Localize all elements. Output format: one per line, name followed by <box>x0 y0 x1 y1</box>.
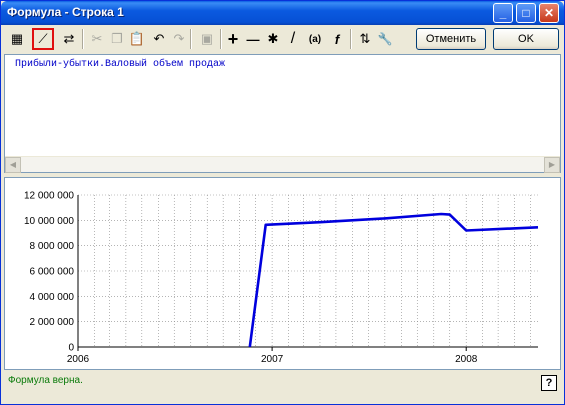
copy-icon[interactable]: ❐ <box>106 28 128 50</box>
status-message: Формула верна. <box>8 375 83 386</box>
scroll-right-icon[interactable]: ▶ <box>544 157 560 173</box>
y-tick-label: 8 000 000 <box>30 241 75 252</box>
toolbar: ▦ ⟋ ⇄ ✂ ❐ 📋 ↶ ↷ ▣ + — ✱ / (a) f ⇅ 🔧 Отме… <box>4 27 561 51</box>
toolbar-separator <box>350 29 352 49</box>
chart-icon[interactable]: ⟋ <box>32 28 54 50</box>
x-tick-label: 2006 <box>67 354 90 365</box>
y-tick-label: 6 000 000 <box>30 267 75 278</box>
y-tick-label: 10 000 000 <box>24 216 74 227</box>
line-chart: 0 2 000 000 4 000 000 6 000 000 8 000 000 10 … <box>24 191 539 365</box>
y-tick-label: 4 000 000 <box>30 292 75 303</box>
parentheses-icon[interactable]: (a) <box>304 28 326 50</box>
calculator-icon[interactable]: ▦ <box>6 28 28 50</box>
chart-panel: 0 2 000 000 4 000 000 6 000 000 8 000 000 10 … <box>4 177 561 370</box>
toolbar-separator <box>82 29 84 49</box>
x-tick-label: 2007 <box>261 354 284 365</box>
cancel-button[interactable]: Отменить <box>416 28 486 50</box>
y-tick-label: 12 000 000 <box>24 191 74 202</box>
formula-text[interactable]: Прибыли-убытки.Валовый объем продаж <box>15 59 225 70</box>
minus-icon[interactable]: — <box>242 28 264 50</box>
toolbar-separator <box>190 29 192 49</box>
undo-icon[interactable]: ↶ <box>148 28 170 50</box>
y-tick-label: 0 <box>68 343 74 354</box>
ok-button[interactable]: OK <box>493 28 559 50</box>
title-bar[interactable]: Формула - Строка 1 _ □ ✕ <box>1 1 564 25</box>
divide-icon[interactable]: / <box>282 28 304 50</box>
paste-icon[interactable]: 📋 <box>126 28 148 50</box>
formula-window: Формула - Строка 1 _ □ ✕ ▦ ⟋ ⇄ ✂ ❐ 📋 ↶ ↷… <box>0 0 565 405</box>
y-tick-label: 2 000 000 <box>30 317 75 328</box>
minimize-button[interactable]: _ <box>493 3 513 23</box>
multiply-icon[interactable]: ✱ <box>262 28 284 50</box>
maximize-button[interactable]: □ <box>516 3 536 23</box>
sort-icon[interactable]: ⇅ <box>354 28 376 50</box>
cut-icon[interactable]: ✂ <box>86 28 108 50</box>
insert-icon[interactable]: ▣ <box>196 28 218 50</box>
scroll-left-icon[interactable]: ◀ <box>5 157 21 173</box>
close-button[interactable]: ✕ <box>539 3 559 23</box>
series-line <box>248 212 539 348</box>
convert-icon[interactable]: ⇄ <box>58 28 80 50</box>
function-icon[interactable]: f <box>326 28 348 50</box>
help-button[interactable]: ? <box>541 375 557 391</box>
window-title: Формула - Строка 1 <box>7 5 124 19</box>
formula-editor[interactable]: Прибыли-убытки.Валовый объем продаж ◀ ▶ <box>4 54 561 173</box>
plus-icon[interactable]: + <box>222 28 244 50</box>
x-tick-label: 2008 <box>455 354 478 365</box>
redo-icon[interactable]: ↷ <box>168 28 190 50</box>
wrench-icon[interactable]: 🔧 <box>374 28 396 50</box>
status-bar: Формула верна. ? <box>4 373 561 395</box>
horizontal-scrollbar[interactable]: ◀ ▶ <box>5 156 560 173</box>
